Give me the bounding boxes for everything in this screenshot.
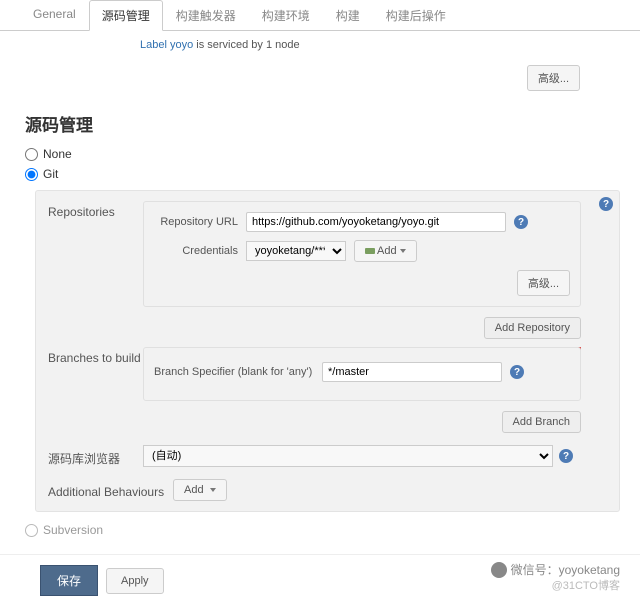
apply-button[interactable]: Apply bbox=[106, 568, 164, 594]
tab-general[interactable]: General bbox=[20, 0, 89, 30]
repo-browser-label: 源码库浏览器 bbox=[48, 446, 143, 467]
repository-box: Repository URL ? Credentials yoyoketang/… bbox=[143, 201, 581, 307]
tab-scm[interactable]: 源码管理 bbox=[89, 0, 163, 31]
tab-env[interactable]: 构建环境 bbox=[249, 0, 323, 30]
chevron-down-icon bbox=[400, 249, 406, 253]
radio-none[interactable] bbox=[25, 148, 38, 161]
help-icon[interactable]: ? bbox=[599, 197, 613, 211]
branches-label: Branches to build bbox=[48, 347, 143, 435]
service-text: is serviced by 1 node bbox=[193, 39, 299, 51]
branch-spec-input[interactable] bbox=[322, 362, 502, 382]
top-tabs: General 源码管理 构建触发器 构建环境 构建 构建后操作 bbox=[0, 0, 640, 31]
git-config-block: ? Repositories Repository URL ? Credenti… bbox=[35, 190, 620, 512]
repo-url-label: Repository URL bbox=[154, 216, 238, 228]
help-icon[interactable]: ? bbox=[510, 365, 524, 379]
repo-url-input[interactable] bbox=[246, 212, 506, 232]
credentials-add-button[interactable]: Add bbox=[354, 240, 417, 262]
radio-subversion-label: Subversion bbox=[43, 523, 103, 537]
save-button[interactable]: 保存 bbox=[40, 565, 98, 596]
branch-box: Branch Specifier (blank for 'any') ? bbox=[143, 347, 581, 401]
watermark-sub: @31CTO博客 bbox=[552, 577, 620, 593]
credentials-select[interactable]: yoyoketang/****** ▾ bbox=[246, 241, 346, 261]
service-note: Label yoyo is serviced by 1 node bbox=[0, 31, 640, 59]
help-icon[interactable]: ? bbox=[559, 449, 573, 463]
add-branch-button[interactable]: Add Branch bbox=[502, 411, 581, 433]
key-icon bbox=[365, 248, 375, 254]
additional-behaviours-label: Additional Behaviours bbox=[48, 481, 173, 499]
wechat-icon bbox=[491, 562, 507, 578]
advanced-button-top[interactable]: 高级... bbox=[527, 65, 580, 91]
repositories-label: Repositories bbox=[48, 201, 143, 341]
label-link[interactable]: Label yoyo bbox=[140, 39, 193, 51]
radio-git[interactable] bbox=[25, 168, 38, 181]
credentials-label: Credentials bbox=[154, 245, 238, 257]
chevron-down-icon bbox=[210, 488, 216, 492]
repo-browser-select[interactable]: (自动) bbox=[143, 445, 553, 467]
watermark: 微信号：yoyoketang bbox=[491, 561, 620, 578]
add-repository-button[interactable]: Add Repository bbox=[484, 317, 581, 339]
footer-bar: 保存 Apply 微信号：yoyoketang @31CTO博客 bbox=[0, 554, 640, 606]
radio-subversion[interactable] bbox=[25, 524, 38, 537]
tab-post[interactable]: 构建后操作 bbox=[373, 0, 459, 30]
radio-git-label: Git bbox=[43, 167, 58, 181]
tab-triggers[interactable]: 构建触发器 bbox=[163, 0, 249, 30]
help-icon[interactable]: ? bbox=[514, 215, 528, 229]
add-behaviour-button[interactable]: Add bbox=[173, 479, 227, 501]
branch-spec-label: Branch Specifier (blank for 'any') bbox=[154, 366, 314, 378]
repo-advanced-button[interactable]: 高级... bbox=[517, 270, 570, 296]
radio-none-label: None bbox=[43, 147, 72, 161]
section-title: 源码管理 bbox=[0, 105, 640, 144]
tab-build[interactable]: 构建 bbox=[323, 0, 373, 30]
